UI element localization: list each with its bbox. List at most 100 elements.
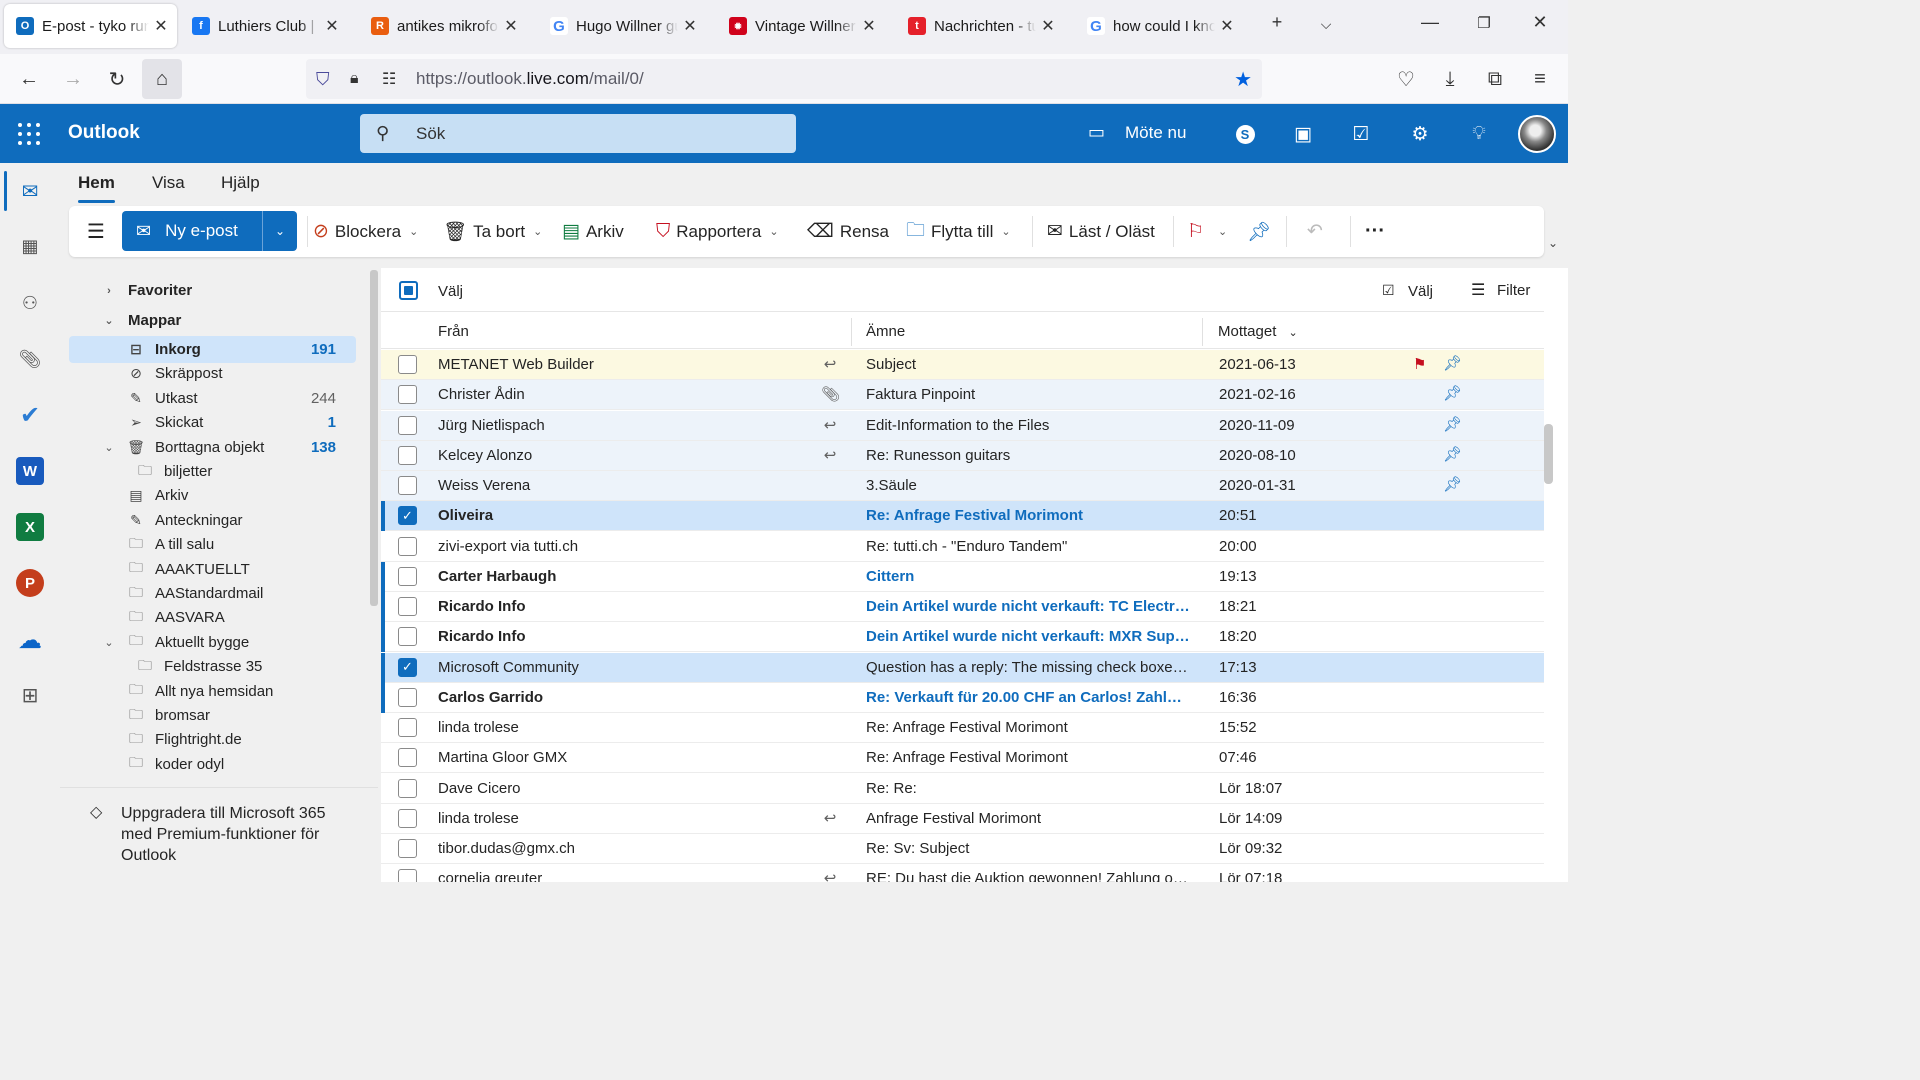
row-checkbox[interactable]: ✓ bbox=[398, 506, 417, 526]
hamburger-icon[interactable]: ☰ bbox=[87, 206, 105, 257]
tab-home[interactable]: Hem bbox=[78, 173, 115, 203]
flag-button[interactable]: ⚐ ⌄ bbox=[1187, 206, 1227, 257]
onedrive-icon[interactable]: ☁ bbox=[16, 626, 44, 654]
select-all-checkbox[interactable] bbox=[399, 281, 418, 300]
minimize-button[interactable]: — bbox=[1415, 12, 1445, 33]
folder-item[interactable]: 🗀︎ AASVARA bbox=[69, 604, 356, 631]
row-checkbox[interactable] bbox=[398, 718, 417, 737]
browser-tab[interactable]: Ghow could I know✕ bbox=[1075, 4, 1243, 48]
browser-tab[interactable]: t Nachrichten - tu ✕ bbox=[896, 4, 1064, 48]
message-row[interactable]: cornelia greuter ↩ RE: Du hast die Auktion… bbox=[381, 864, 1544, 882]
row-checkbox[interactable] bbox=[398, 476, 417, 495]
block-button[interactable]: ⊘ Blockera ⌄ bbox=[313, 206, 418, 257]
folder-item[interactable]: 🗀︎ AAStandardmail bbox=[69, 580, 356, 607]
message-row[interactable]: Martina Gloor GMX Re: Anfrage Festival Mo… bbox=[381, 743, 1544, 774]
browser-tab[interactable]: Rantikes mikrofon ✕ bbox=[359, 4, 527, 48]
folder-item[interactable]: ▤ Arkiv bbox=[69, 482, 356, 509]
pin-icon[interactable]: 📌︎ bbox=[1443, 415, 1462, 433]
close-tab-icon[interactable]: ✕ bbox=[682, 16, 698, 36]
more-options-icon[interactable]: ··· bbox=[1365, 206, 1385, 257]
bookmark-star-icon[interactable]: ★ bbox=[1234, 67, 1252, 92]
message-row[interactable]: linda trolese Re: Anfrage Festival Morimo… bbox=[381, 713, 1544, 743]
message-row[interactable]: Ricardo Info Dein Artikel wurde nicht ver… bbox=[381, 622, 1544, 653]
row-checkbox[interactable] bbox=[398, 355, 417, 374]
sweep-button[interactable]: ⌫ Rensa bbox=[807, 206, 889, 257]
pin-icon[interactable]: 📌︎ bbox=[1443, 475, 1462, 493]
read-unread-button[interactable]: ✉ Läst / Oläst bbox=[1047, 206, 1155, 257]
message-row[interactable]: ✓ Microsoft Community Question has a reply… bbox=[381, 652, 1544, 683]
report-button[interactable]: ⛉ Rapportera ⌄ bbox=[656, 206, 779, 257]
pin-icon[interactable]: 📌︎ bbox=[1443, 445, 1462, 463]
select-mode-button[interactable]: Välj bbox=[1408, 283, 1433, 300]
archive-button[interactable]: ▤ Arkiv bbox=[562, 206, 624, 257]
browser-tab[interactable]: ✹ Vintage Willner f ✕ bbox=[717, 4, 885, 48]
row-checkbox[interactable] bbox=[398, 627, 417, 647]
settings-gear-icon[interactable]: ⚙ bbox=[1406, 120, 1434, 148]
close-window-button[interactable]: ✕ bbox=[1525, 12, 1555, 33]
attachment-icon[interactable]: 📎︎ bbox=[16, 345, 44, 373]
folder-item[interactable]: ⌄ 🗀︎ Aktuellt bygge bbox=[69, 629, 356, 656]
todo-icon[interactable]: ✔ bbox=[16, 401, 44, 429]
reload-icon[interactable]: ↻ bbox=[99, 63, 135, 95]
list-tabs-chevron-icon[interactable]: ⌵ bbox=[1311, 16, 1341, 33]
row-checkbox[interactable] bbox=[398, 839, 417, 858]
tab-help[interactable]: Hjälp bbox=[221, 173, 260, 193]
row-checkbox[interactable] bbox=[398, 748, 417, 768]
message-row[interactable]: zivi-export via tutti.ch Re: tutti.ch - "… bbox=[381, 531, 1544, 562]
pin-icon[interactable]: 📌︎ bbox=[1443, 354, 1462, 372]
folder-item[interactable]: ✎ Utkast 244 bbox=[69, 385, 356, 412]
shield-icon[interactable]: ⛉ bbox=[316, 69, 330, 90]
upgrade-banner[interactable]: ◇ Uppgradera till Microsoft 365 med Prem… bbox=[60, 787, 378, 882]
lock-icon[interactable]: 🔒︎ bbox=[350, 70, 359, 88]
people-icon[interactable]: ⚇ bbox=[16, 289, 44, 317]
new-mail-dropdown-chevron-icon[interactable]: ⌄ bbox=[262, 211, 297, 251]
search-box[interactable]: ⚲ Sök bbox=[360, 114, 796, 153]
tab-view[interactable]: Visa bbox=[152, 173, 185, 193]
folder-item[interactable]: 🗀︎ koder odyl bbox=[69, 751, 356, 778]
site-permissions-icon[interactable]: ☷ bbox=[382, 69, 396, 89]
tips-lightbulb-icon[interactable]: 💡︎ bbox=[1465, 120, 1493, 148]
url-text[interactable]: https://outlook.live.com/mail/0/ bbox=[416, 69, 644, 89]
meet-now-button[interactable]: ▭ Möte nu bbox=[1088, 122, 1186, 143]
close-tab-icon[interactable]: ✕ bbox=[503, 16, 519, 36]
message-row[interactable]: Christer Ådin 📎︎ Faktura Pinpoint 2021-02-1… bbox=[381, 380, 1544, 411]
folder-item[interactable]: 🗀︎ bromsar bbox=[69, 702, 356, 729]
pin-icon[interactable]: 📌︎ bbox=[1247, 206, 1271, 257]
folder-item[interactable]: ⌄ 🗑︎ Borttagna objekt 138 bbox=[69, 434, 356, 461]
message-row[interactable]: Dave Cicero Re: Re: Lör 18:07 bbox=[381, 773, 1544, 804]
chevron-down-icon[interactable]: ⌄ bbox=[103, 636, 115, 649]
message-row[interactable]: ✓ Oliveira Re: Anfrage Festival Morimont 20… bbox=[381, 501, 1544, 532]
message-row[interactable]: Carlos Garrido Re: Verkauft für 20.00 CHF… bbox=[381, 682, 1544, 713]
close-tab-icon[interactable]: ✕ bbox=[1040, 16, 1056, 36]
pin-icon[interactable]: 📌︎ bbox=[1443, 384, 1462, 402]
folder-item[interactable]: ➢ Skickat 1 bbox=[69, 409, 356, 436]
close-tab-icon[interactable]: ✕ bbox=[153, 16, 169, 36]
message-row[interactable]: Weiss Verena 3.Säule 2020-01-31 📌︎ bbox=[381, 471, 1544, 501]
browser-tab[interactable]: G Hugo Willner gui ✕ bbox=[538, 4, 706, 48]
row-checkbox[interactable] bbox=[398, 597, 417, 616]
folder-item[interactable]: ⊘ Skräppost bbox=[69, 360, 356, 387]
row-checkbox[interactable] bbox=[398, 778, 417, 798]
browser-tab[interactable]: O E-post - tyko run ✕ bbox=[4, 4, 177, 48]
mail-icon[interactable]: ✉ bbox=[4, 171, 44, 211]
undo-icon[interactable]: ↶ bbox=[1307, 206, 1323, 257]
pocket-icon[interactable]: ♡ bbox=[1388, 63, 1424, 95]
message-row[interactable]: tibor.dudas@gmx.ch Re: Sv: Subject Lör 09:… bbox=[381, 834, 1544, 864]
row-checkbox[interactable] bbox=[398, 869, 417, 882]
favorites-header[interactable]: › Favoriter bbox=[69, 277, 356, 304]
ribbon-expand-chevron-icon[interactable]: ⌄ bbox=[1548, 236, 1558, 250]
app-name[interactable]: Outlook bbox=[68, 122, 140, 144]
folder-item[interactable]: ⊟ Inkorg 191 bbox=[69, 336, 356, 363]
folder-item[interactable]: 🗀︎ Feldstrasse 35 bbox=[69, 653, 356, 680]
row-checkbox[interactable] bbox=[398, 415, 417, 435]
new-tab-button[interactable]: + bbox=[1262, 12, 1292, 33]
folders-header[interactable]: ⌄ Mappar bbox=[69, 307, 356, 334]
message-list-scrollbar[interactable] bbox=[1544, 424, 1553, 484]
folder-item[interactable]: 🗀︎ biljetter bbox=[69, 458, 356, 485]
close-tab-icon[interactable]: ✕ bbox=[861, 16, 877, 36]
delete-button[interactable]: 🗑︎ Ta bort ⌄ bbox=[443, 206, 542, 257]
row-checkbox[interactable] bbox=[398, 808, 417, 828]
row-checkbox[interactable] bbox=[398, 536, 417, 556]
close-tab-icon[interactable]: ✕ bbox=[1219, 16, 1235, 36]
row-checkbox[interactable] bbox=[398, 566, 417, 586]
